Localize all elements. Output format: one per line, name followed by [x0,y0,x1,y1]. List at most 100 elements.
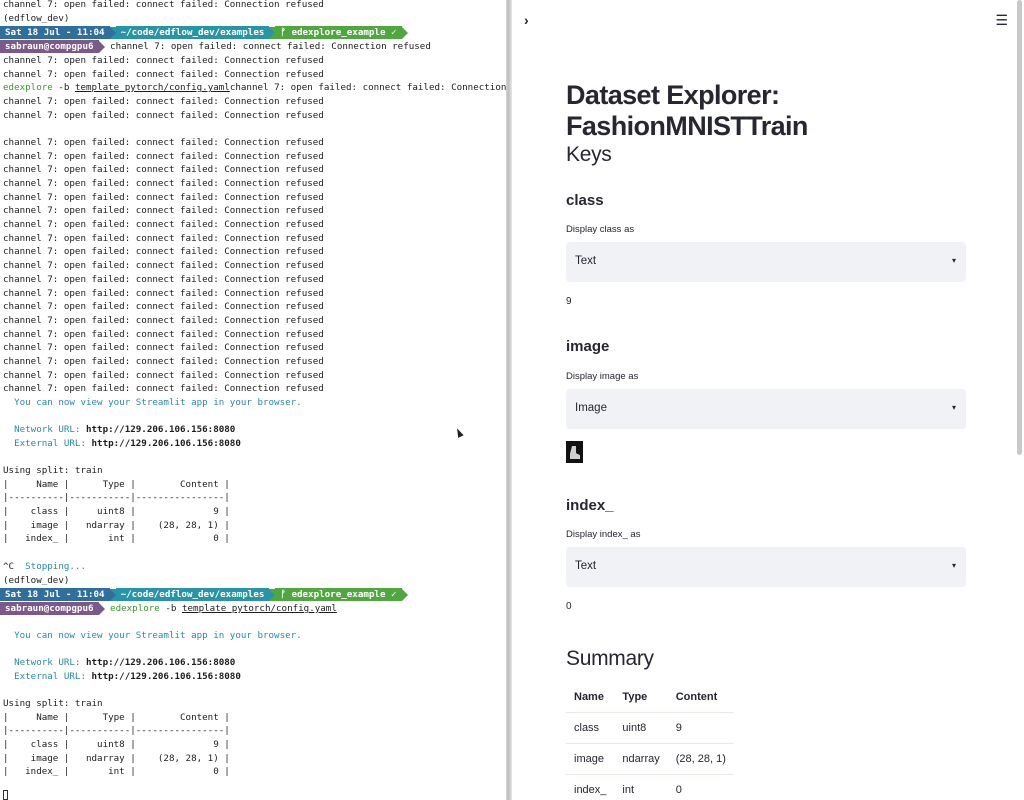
terminal-line: channel 7: open failed: connect failed: … [3,369,324,381]
table-row: image ndarray (28, 28, 1) [566,743,734,775]
terminal-cursor [3,790,8,800]
terminal-line: channel 7: open failed: connect failed: … [3,205,324,217]
table-cell: 9 [667,712,734,744]
scrollbar[interactable] [1017,0,1022,455]
summary-header: Summary [566,647,654,670]
table-cell: image [566,743,615,775]
external-url[interactable]: http://129.206.106.156:8080 [92,438,241,449]
prompt-path: ~/code/edflow_dev/examples [115,26,270,39]
column-header: Type [614,682,668,713]
shell-prompt: Sat 18 Jul - 11:04 ~/code/edflow_dev/exa… [0,26,408,39]
table-cell: int [614,774,668,800]
terminal-line: Using split: train [3,465,103,476]
select-value: Text [575,255,597,267]
command-file: template_pytorch/config.yaml [181,603,337,614]
class-value: 9 [566,296,572,307]
command-name: edexplore [3,82,53,93]
shell-prompt-user-line: sabraun@compgpu6 channel 7: open failed:… [0,40,431,53]
terminal-line: channel 7: open failed: connect failed: … [3,287,324,299]
table-row: class uint8 9 [566,712,734,744]
terminal-line: channel 7: open failed: connect failed: … [3,273,324,285]
select-label: Display image as [566,371,639,382]
display-index-select[interactable]: Text ▾ [566,547,966,587]
network-url[interactable]: http://129.206.106.156:8080 [86,657,235,668]
terminal-line: | class | uint8 | 9 | [3,506,230,518]
prompt-branch: ᚠ edexplore_example ✓ [275,26,402,39]
summary-table: Name Type Content class uint8 9 image nd… [566,682,734,800]
table-cell: ndarray [614,743,668,775]
table-cell: 0 [667,774,734,800]
terminal-line: | image | ndarray | (28, 28, 1) | [3,752,230,764]
interrupt-line: ^C Stopping... [3,561,86,572]
terminal-line: channel 7: open failed: connect failed: … [3,164,324,176]
terminal-line: |----------|-----------|----------------… [3,725,230,737]
column-header: Content [667,682,734,713]
terminal-line: channel 7: open failed: connect failed: … [3,260,324,272]
mouse-pointer-icon [454,427,464,438]
image-thumbnail [566,441,583,463]
hamburger-menu-icon[interactable]: ☰ [995,12,1008,29]
terminal-line: channel 7: open failed: connect failed: … [3,96,324,107]
terminal-line: channel 7: open failed: connect failed: … [3,301,324,313]
streamlit-message: You can now view your Streamlit app in y… [3,397,302,408]
terminal-line: channel 7: open failed: connect failed: … [3,0,324,10]
terminal-line: channel 7: open failed: connect failed: … [3,355,324,367]
terminal-text: channel 7: open failed: connect failed: … [104,41,431,52]
select-label: Display index_ as [566,529,641,540]
terminal-line: | image | ndarray | (28, 28, 1) | [3,519,230,531]
select-value: Text [575,560,597,572]
terminal-line: | Name | Type | Content | [3,478,230,490]
terminal-line: | index_ | int | 0 | [3,533,230,545]
external-url-line: External URL: http://129.206.106.156:808… [3,671,241,682]
terminal-env: (edflow_dev) [3,13,70,24]
prompt-user: sabraun@compgpu6 [0,602,99,615]
shell-prompt-command: sabraun@compgpu6 edexplore -b template_p… [0,602,337,615]
prompt-branch: ᚠ edexplore_example ✓ [275,588,402,601]
command-file: template_pytorch/config.yaml [74,82,230,93]
sidebar-toggle-icon[interactable]: › [524,12,529,28]
terminal-line: | index_ | int | 0 | [3,766,230,778]
terminal-line: channel 7: open failed: connect failed: … [3,246,324,258]
terminal-line: channel 7: open failed: connect failed: … [3,178,324,190]
key-header-image: image [566,338,610,355]
table-cell: (28, 28, 1) [667,743,734,775]
terminal-line: | class | uint8 | 9 | [3,739,230,751]
network-url-line: Network URL: http://129.206.106.156:8080 [3,424,236,435]
streamlit-app: › ☰ Dataset Explorer: FashionMNISTTrain … [512,0,1024,800]
terminal-panel[interactable]: channel 7: open failed: connect failed: … [0,0,506,800]
network-url-line: Network URL: http://129.206.106.156:8080 [3,657,236,668]
terminal-line: channel 7: open failed: connect failed: … [3,328,324,340]
table-header-row: Name Type Content [566,682,734,713]
terminal-line: channel 7: open failed: connect failed: … [3,219,324,231]
shell-prompt: Sat 18 Jul - 11:04 ~/code/edflow_dev/exa… [0,588,408,601]
display-class-select[interactable]: Text ▾ [566,242,966,282]
prompt-date: Sat 18 Jul - 11:04 [0,588,110,601]
external-url-line: External URL: http://129.206.106.156:808… [3,438,241,449]
terminal-line: channel 7: open failed: connect failed: … [3,342,324,354]
terminal-line: channel 7: open failed: connect failed: … [3,109,324,121]
table-cell: index_ [566,774,615,800]
external-url[interactable]: http://129.206.106.156:8080 [92,671,241,682]
terminal-env: (edflow_dev) [3,575,70,586]
column-header: Name [566,682,615,713]
select-value: Image [575,402,607,414]
terminal-line: channel 7: open failed: connect failed: … [3,314,324,326]
terminal-line: | Name | Type | Content | [3,711,230,723]
caret-down-icon: ▾ [951,403,956,412]
terminal-line: |----------|-----------|----------------… [3,492,230,504]
caret-down-icon: ▾ [951,561,956,570]
select-label: Display class as [566,224,635,235]
network-url[interactable]: http://129.206.106.156:8080 [86,424,235,435]
terminal-line: channel 7: open failed: connect failed: … [3,137,324,149]
terminal-line: Using split: train [3,698,103,709]
terminal-line: channel 7: open failed: connect failed: … [3,191,324,203]
boot-image [570,446,580,459]
prompt-path: ~/code/edflow_dev/examples [115,588,270,601]
key-header-index: index_ [566,497,614,514]
page-title: Dataset Explorer: FashionMNISTTrain [566,80,808,141]
terminal-line: channel 7: open failed: connect failed: … [3,69,324,80]
terminal-line: channel 7: open failed: connect failed: … [3,383,324,395]
display-image-select[interactable]: Image ▾ [566,389,966,429]
terminal-line: channel 7: open failed: connect failed: … [3,232,324,244]
table-row: index_ int 0 [566,774,734,800]
